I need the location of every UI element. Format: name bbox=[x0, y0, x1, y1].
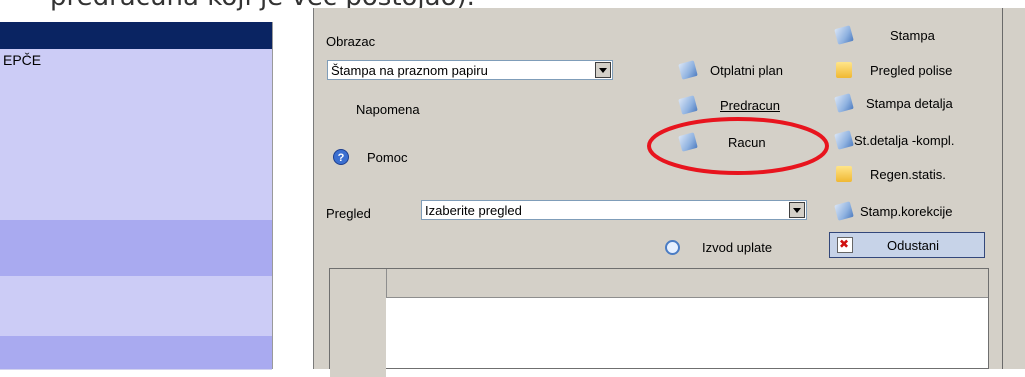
list-item-label: EPČE bbox=[3, 52, 42, 68]
stampa-detalja-button[interactable]: Stampa detalja bbox=[834, 93, 953, 113]
folder-icon bbox=[836, 62, 852, 78]
obrazac-select[interactable]: Štampa na praznom papiru bbox=[327, 60, 613, 80]
pomoc-button[interactable]: ? Pomoc bbox=[333, 149, 407, 165]
highlight-ellipse bbox=[647, 117, 829, 175]
st-detalja-kompl-button[interactable]: St.detalja -kompl. bbox=[834, 130, 955, 150]
list-item[interactable] bbox=[0, 276, 272, 307]
list-item[interactable] bbox=[0, 161, 272, 190]
list-divider bbox=[272, 22, 273, 369]
grid-header bbox=[330, 269, 988, 298]
list-item[interactable] bbox=[0, 80, 272, 106]
pregled-polise-label: Pregled polise bbox=[870, 62, 953, 78]
print-icon bbox=[834, 93, 854, 113]
folder-icon bbox=[836, 166, 852, 182]
stamp-korekcije-label: Stamp.korekcije bbox=[860, 203, 953, 219]
otplatni-plan-label: Otplatni plan bbox=[710, 62, 783, 78]
pregled-polise-button[interactable]: Pregled polise bbox=[836, 62, 952, 78]
obrazac-value: Štampa na praznom papiru bbox=[331, 63, 488, 78]
list-item[interactable] bbox=[0, 306, 272, 337]
stampa-label: Stampa bbox=[890, 27, 935, 43]
napomena-label: Napomena bbox=[356, 102, 420, 117]
otplatni-plan-button[interactable]: Otplatni plan bbox=[678, 60, 783, 80]
pregled-value: Izaberite pregled bbox=[425, 203, 522, 218]
odustani-label: Odustani bbox=[887, 237, 940, 253]
chevron-down-icon[interactable] bbox=[595, 62, 611, 78]
izvod-uplate-button[interactable]: Izvod uplate bbox=[665, 240, 772, 255]
stamp-korekcije-button[interactable]: Stamp.korekcije bbox=[834, 201, 953, 221]
grid-row-header bbox=[330, 297, 386, 377]
list-item[interactable] bbox=[0, 105, 272, 133]
print-icon bbox=[834, 130, 854, 150]
odustani-button[interactable]: Odustani bbox=[829, 232, 985, 258]
list-item[interactable] bbox=[0, 132, 272, 162]
izvod-uplate-label: Izvod uplate bbox=[702, 240, 773, 255]
stampa-detalja-label: Stampa detalja bbox=[866, 95, 953, 111]
regen-statis-label: Regen.statis. bbox=[870, 166, 946, 182]
grid-corner bbox=[330, 269, 387, 297]
list-item[interactable] bbox=[0, 22, 272, 50]
stampa-button[interactable]: Stampa bbox=[834, 25, 935, 45]
data-grid[interactable] bbox=[329, 268, 989, 377]
print-icon bbox=[678, 60, 698, 80]
list-item[interactable]: EPČE bbox=[0, 49, 272, 81]
regen-statis-button[interactable]: Regen.statis. bbox=[836, 166, 946, 182]
list-item[interactable] bbox=[0, 336, 272, 370]
help-icon: ? bbox=[333, 149, 349, 165]
list-item[interactable] bbox=[0, 189, 272, 221]
print-icon bbox=[678, 95, 698, 115]
pregled-select[interactable]: Izaberite pregled bbox=[421, 200, 807, 220]
dialog-right-strip bbox=[1003, 8, 1025, 369]
print-icon bbox=[834, 201, 854, 221]
obrazac-label: Obrazac bbox=[326, 34, 376, 49]
predracun-button[interactable]: Predracun bbox=[678, 95, 780, 115]
pregled-label: Pregled bbox=[326, 206, 371, 221]
list-item[interactable] bbox=[0, 220, 272, 249]
magnifier-icon bbox=[665, 240, 680, 255]
predracun-label: Predracun bbox=[720, 97, 780, 113]
list-item[interactable] bbox=[0, 248, 272, 277]
st-detalja-kompl-label: St.detalja -kompl. bbox=[854, 132, 955, 148]
print-icon bbox=[834, 25, 854, 45]
chevron-down-icon[interactable] bbox=[789, 202, 805, 218]
left-list: EPČE bbox=[0, 22, 272, 370]
pomoc-label: Pomoc bbox=[367, 149, 408, 165]
cancel-icon bbox=[837, 237, 853, 253]
